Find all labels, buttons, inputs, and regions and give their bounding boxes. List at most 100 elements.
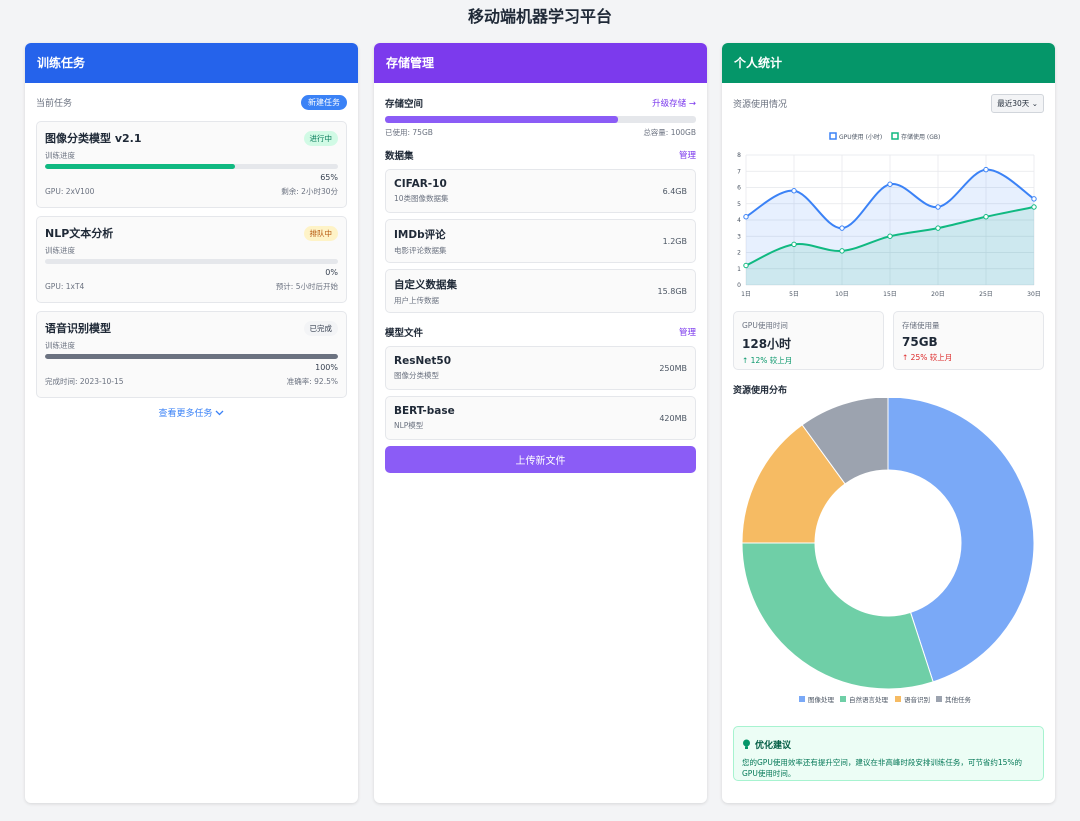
x-tick-label: 25日 — [979, 291, 993, 298]
task-card[interactable]: NLP文本分析 排队中 训练进度 0% GPU: 1xT4 预计: 5小时后开始 — [36, 216, 347, 303]
task-finish-time: 完成时间: 2023-10-15 — [45, 377, 124, 386]
y-tick-label: 1 — [737, 266, 741, 273]
task-card[interactable]: 图像分类模型 v2.1 进行中 训练进度 65% GPU: 2xV100 剩余:… — [36, 121, 347, 208]
dataset-desc: 电影评论数据集 — [394, 245, 447, 255]
storage-used: 已使用: 75GB — [385, 128, 433, 137]
progress-bar-fill — [45, 354, 338, 359]
x-tick-label: 30日 — [1027, 291, 1041, 298]
progress-bar — [45, 259, 338, 264]
legend-label: 其他任务 — [945, 695, 972, 704]
storage-panel: 存储管理 存储空间 升级存储 → 已使用: 75GB 总容量: 100GB 数据… — [374, 43, 707, 803]
stat-change: ↑ 25% 较上月 — [902, 353, 953, 362]
legend-swatch — [891, 132, 899, 140]
dataset-name: CIFAR-10 — [394, 178, 447, 190]
upload-file-button[interactable]: 上传新文件 — [385, 446, 696, 473]
progress-bar — [45, 354, 338, 359]
stats-panel-header: 个人统计 — [722, 43, 1055, 83]
usage-line-chart: GPU使用 (小时) 存储使用 (GB) 0 1 2 3 4 5 6 7 8 1日 5日 10日 15日 20… — [737, 132, 1041, 298]
model-item[interactable]: ResNet50 图像分类模型 250MB — [385, 346, 696, 390]
progress-bar-fill — [45, 164, 236, 169]
data-point — [983, 166, 989, 173]
gpu-usage-card: GPU使用时间 128小时 ↑ 12% 较上月 — [733, 311, 884, 370]
model-name: BERT-base — [394, 405, 455, 417]
progress-label: 训练进度 — [45, 341, 75, 350]
manage-datasets-link[interactable]: 管理 — [679, 149, 696, 161]
dataset-item[interactable]: CIFAR-10 10类图像数据集 6.4GB — [385, 169, 696, 213]
y-tick-label: 3 — [737, 233, 741, 240]
dataset-desc: 用户上传数据 — [394, 295, 439, 305]
data-point — [839, 248, 845, 254]
data-point — [791, 241, 797, 248]
legend-label: 图像处理 — [808, 695, 835, 704]
range-select[interactable]: 最近30天 ⌄ — [991, 94, 1044, 113]
stat-label: 存储使用量 — [902, 321, 940, 330]
task-title: NLP文本分析 — [45, 227, 114, 240]
task-accuracy: 准确率: 92.5% — [286, 377, 338, 386]
storage-space-title: 存储空间 — [385, 99, 424, 110]
stat-label: GPU使用时间 — [742, 321, 788, 330]
stat-value: 128小时 — [742, 337, 792, 351]
donut-slice — [741, 542, 934, 690]
status-badge: 进行中 — [303, 130, 338, 146]
storage-panel-header: 存储管理 — [374, 43, 707, 83]
progress-bar — [45, 164, 338, 169]
legend-swatch — [936, 696, 942, 702]
storage-bar-fill — [385, 116, 619, 123]
dataset-item[interactable]: 自定义数据集 用户上传数据 15.8GB — [385, 269, 696, 313]
data-point — [887, 181, 893, 187]
data-point — [839, 225, 845, 231]
storage-usage-card: 存储使用量 75GB ↑ 25% 较上月 — [893, 311, 1044, 370]
storage-total: 总容量: 100GB — [643, 128, 696, 137]
model-item[interactable]: BERT-base NLP模型 420MB — [385, 396, 696, 440]
chevron-down-icon — [215, 409, 224, 419]
legend-label: GPU使用 (小时) — [839, 133, 882, 141]
training-panel: 训练任务 当前任务 新建任务 图像分类模型 v2.1 进行中 训练进度 65% … — [25, 43, 358, 803]
x-tick-label: 1日 — [741, 291, 751, 298]
y-tick-label: 0 — [737, 282, 741, 289]
stats-panel: 个人统计 资源使用情况 最近30天 ⌄ GPU使用 (小时) 存储使用 (GB) 0… — [722, 43, 1055, 803]
x-tick-label: 20日 — [931, 291, 945, 298]
upgrade-storage-link[interactable]: 升级存储 → — [652, 97, 696, 109]
task-card[interactable]: 语音识别模型 已完成 训练进度 100% 完成时间: 2023-10-15 准确… — [36, 311, 347, 398]
model-desc: NLP模型 — [394, 421, 424, 430]
x-tick-label: 15日 — [883, 291, 897, 298]
stat-value: 75GB — [902, 335, 938, 349]
y-tick-label: 5 — [737, 201, 741, 208]
data-point — [791, 188, 797, 194]
legend-swatch — [840, 696, 846, 702]
legend-label: 语音识别 — [904, 695, 930, 704]
x-tick-label: 5日 — [789, 291, 799, 298]
data-point — [1031, 196, 1037, 202]
legend-swatch — [799, 696, 805, 702]
y-tick-label: 2 — [737, 250, 741, 257]
task-title: 图像分类模型 v2.1 — [45, 132, 142, 145]
tip-text: 您的GPU使用效率还有提升空间，建议在非高峰时段安排训练任务，可节省约15%的G… — [742, 758, 1022, 778]
progress-percent: 65% — [320, 173, 338, 182]
model-name: ResNet50 — [394, 355, 451, 367]
data-point — [1031, 204, 1037, 210]
progress-label: 训练进度 — [45, 151, 75, 160]
model-size: 250MB — [659, 363, 687, 373]
range-select-value: 最近30天 — [997, 99, 1030, 108]
legend-label: 自然语言处理 — [849, 695, 889, 704]
task-eta: 剩余: 2小时30分 — [281, 187, 338, 196]
models-title: 模型文件 — [385, 328, 424, 339]
new-task-button[interactable]: 新建任务 — [301, 94, 347, 110]
optimization-tip: 优化建议 您的GPU使用效率还有提升空间，建议在非高峰时段安排训练任务，可节省约… — [733, 726, 1044, 781]
distribution-title: 资源使用分布 — [733, 386, 788, 396]
legend-swatch — [895, 696, 901, 702]
task-title: 语音识别模型 — [45, 322, 111, 335]
datasets-title: 数据集 — [385, 151, 414, 162]
status-badge: 已完成 — [303, 320, 338, 336]
lightbulb-icon — [742, 735, 751, 754]
y-tick-label: 4 — [737, 217, 741, 224]
training-panel-header: 训练任务 — [25, 43, 358, 83]
data-point — [743, 262, 749, 269]
dataset-item[interactable]: IMDb评论 电影评论数据集 1.2GB — [385, 219, 696, 263]
y-tick-label: 6 — [737, 185, 741, 192]
more-tasks-link[interactable]: 查看更多任务 — [36, 406, 347, 419]
status-badge: 排队中 — [303, 225, 338, 241]
task-eta: 预计: 5小时后开始 — [275, 282, 338, 291]
manage-models-link[interactable]: 管理 — [679, 326, 696, 338]
page-title: 移动端机器学习平台 — [467, 7, 612, 26]
